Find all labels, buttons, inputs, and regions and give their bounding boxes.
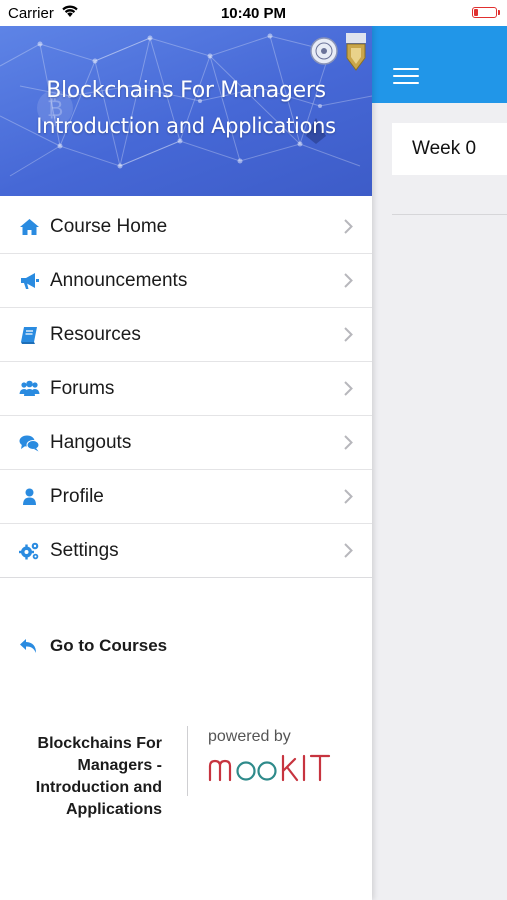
menu-item-label: Course Home <box>50 216 168 237</box>
cdl-crest-logo <box>346 33 366 71</box>
go-to-courses-label: Go to Courses <box>50 636 168 655</box>
chevron-right-icon <box>344 381 353 396</box>
week-card[interactable]: Week 0 <box>392 123 507 175</box>
chevron-right-icon <box>344 327 353 342</box>
users-icon <box>19 380 40 396</box>
chevron-right-icon <box>344 219 353 234</box>
go-to-courses-link[interactable]: Go to Courses <box>0 632 372 662</box>
menu-item-label: Profile <box>50 486 104 507</box>
menu-item-label: Forums <box>50 378 115 399</box>
book-icon <box>21 327 37 344</box>
chevron-right-icon <box>344 489 353 504</box>
gears-icon <box>19 542 39 560</box>
menu-item-label: Announcements <box>50 270 188 291</box>
clock: 10:40 PM <box>220 5 287 22</box>
battery-icon <box>472 7 500 18</box>
menu-item-course-home[interactable]: Course Home <box>0 200 372 254</box>
chevron-right-icon <box>344 273 353 288</box>
footer-divider <box>187 726 188 796</box>
home-icon <box>20 219 39 235</box>
menu-item-forums[interactable]: Forums <box>0 362 372 416</box>
chevron-right-icon <box>344 543 353 558</box>
institute-seal-logo <box>310 37 338 65</box>
banner-title-line2: Introduction and Applications <box>36 114 336 138</box>
menu-item-label: Settings <box>50 540 119 561</box>
hamburger-menu-icon[interactable] <box>393 68 419 84</box>
week-label: Week 0 <box>412 138 477 159</box>
mookit-logo <box>208 754 331 782</box>
user-icon <box>23 488 36 505</box>
navigation-drawer: ₿ Blockchains For Managers Introduction … <box>0 26 372 900</box>
menu-item-label: Hangouts <box>50 432 132 453</box>
chevron-right-icon <box>344 435 353 450</box>
main-topbar <box>372 26 507 103</box>
course-banner: ₿ Blockchains For Managers Introduction … <box>0 26 372 196</box>
menu-item-resources[interactable]: Resources <box>0 308 372 362</box>
menu-item-label: Resources <box>50 324 141 345</box>
menu-item-profile[interactable]: Profile <box>0 470 372 524</box>
menu-item-announcements[interactable]: Announcements <box>0 254 372 308</box>
menu-item-settings[interactable]: Settings <box>0 524 372 578</box>
chat-bubbles-icon <box>19 435 40 452</box>
status-bar: Carrier 10:40 PM <box>0 0 507 26</box>
reply-arrow-icon <box>20 639 36 653</box>
banner-title-line1: Blockchains For Managers <box>46 78 326 103</box>
menu-list: Course Home Announcements Resources Foru… <box>0 200 372 578</box>
megaphone-icon <box>21 273 39 289</box>
footer-course-name: Blockchains For Managers - Introduction … <box>35 735 162 818</box>
menu-item-hangouts[interactable]: Hangouts <box>0 416 372 470</box>
powered-by-label: powered by <box>208 728 291 745</box>
divider <box>392 214 507 215</box>
main-panel: Week 0 <box>372 26 507 900</box>
